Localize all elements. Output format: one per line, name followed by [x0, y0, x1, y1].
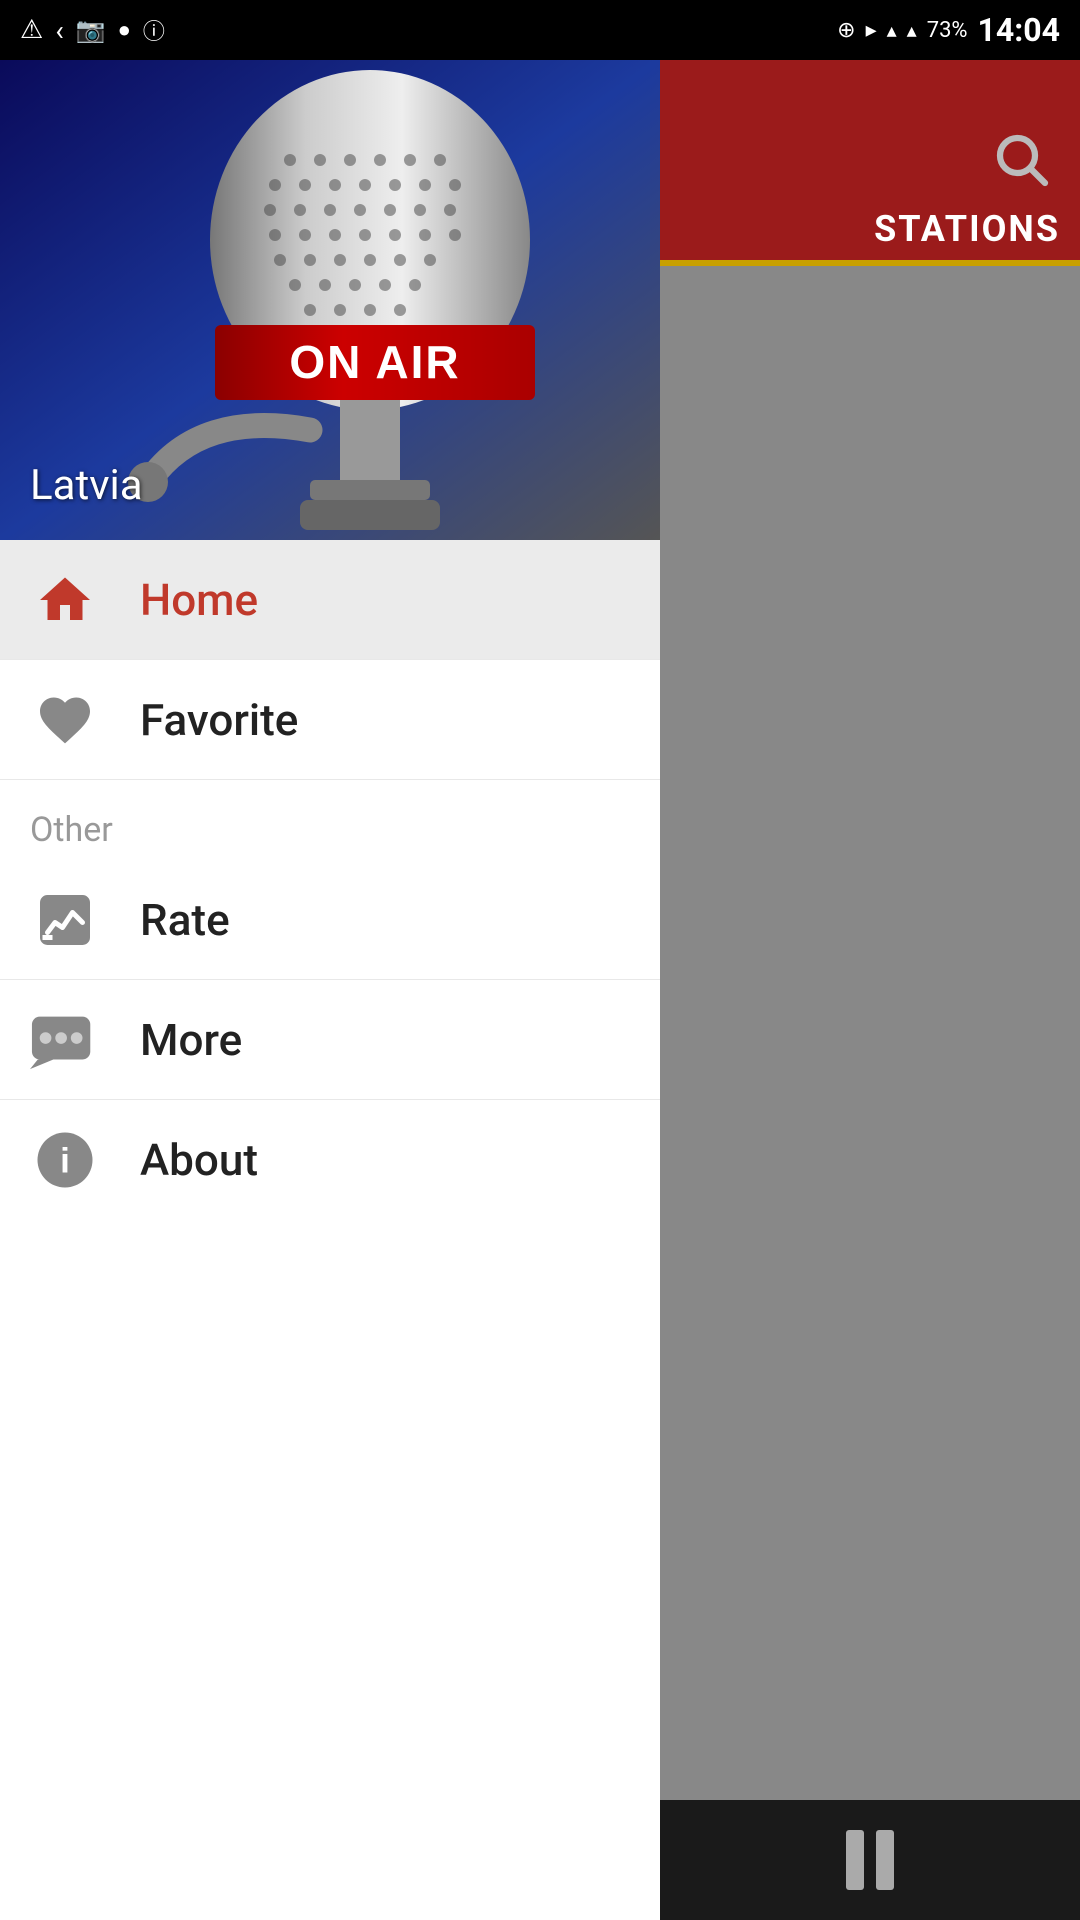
signal-icon-1: ▴: [887, 18, 897, 42]
svg-text:i: i: [60, 1142, 70, 1181]
hero-image: ON AIR Latvia: [0, 60, 660, 540]
menu-list: Home Favorite Other: [0, 540, 660, 1920]
hero-country-label: Latvia: [30, 461, 143, 510]
status-bar: ⚠ ‹ 📷 ● ⓘ ⊕ ▸ ▴ ▴ 73% 14:04: [0, 0, 1080, 60]
status-bar-left: ⚠ ‹ 📷 ● ⓘ: [20, 14, 165, 47]
info-icon: i: [30, 1125, 100, 1195]
battery-indicator: 73%: [927, 18, 968, 43]
sidebar-item-rate[interactable]: Rate: [0, 860, 660, 980]
rate-icon: [30, 885, 100, 955]
more-icon: [30, 1005, 100, 1075]
player-bar[interactable]: [660, 1800, 1080, 1920]
pause-bar-left: [846, 1830, 864, 1890]
camera-icon: ⓘ: [143, 14, 165, 46]
search-button[interactable]: [990, 128, 1050, 192]
right-panel-header: STATIONS: [660, 60, 1080, 260]
home-icon: [30, 565, 100, 635]
back-icon[interactable]: ‹: [55, 14, 63, 47]
rate-label: Rate: [140, 894, 230, 946]
alert-icon: ⚠: [20, 15, 43, 45]
add-icon: ⊕: [837, 18, 855, 43]
signal-icon-2: ▴: [907, 18, 917, 42]
sidebar-item-favorite[interactable]: Favorite: [0, 660, 660, 780]
stations-label: STATIONS: [874, 208, 1060, 250]
svg-text:ON AIR: ON AIR: [289, 336, 460, 388]
image-icon: 📷: [76, 16, 106, 44]
status-bar-right: ⊕ ▸ ▴ ▴ 73% 14:04: [837, 11, 1060, 49]
circle-icon: ●: [118, 17, 131, 43]
home-label: Home: [140, 574, 258, 626]
right-panel-content: [660, 266, 1080, 1800]
wifi-icon: ▸: [866, 18, 877, 43]
sidebar-item-about[interactable]: i About: [0, 1100, 660, 1220]
pause-bar-right: [876, 1830, 894, 1890]
main-layout: ON AIR Latvia Home: [0, 60, 1080, 1920]
more-label: More: [140, 1014, 242, 1066]
other-section-header: Other: [0, 780, 660, 860]
navigation-drawer: ON AIR Latvia Home: [0, 60, 660, 1920]
pause-button[interactable]: [846, 1830, 894, 1890]
about-label: About: [140, 1134, 258, 1186]
sidebar-item-more[interactable]: More: [0, 980, 660, 1100]
right-panel: STATIONS: [660, 60, 1080, 1920]
favorite-label: Favorite: [140, 694, 298, 746]
heart-icon: [30, 685, 100, 755]
status-time: 14:04: [978, 11, 1060, 49]
sidebar-item-home[interactable]: Home: [0, 540, 660, 660]
